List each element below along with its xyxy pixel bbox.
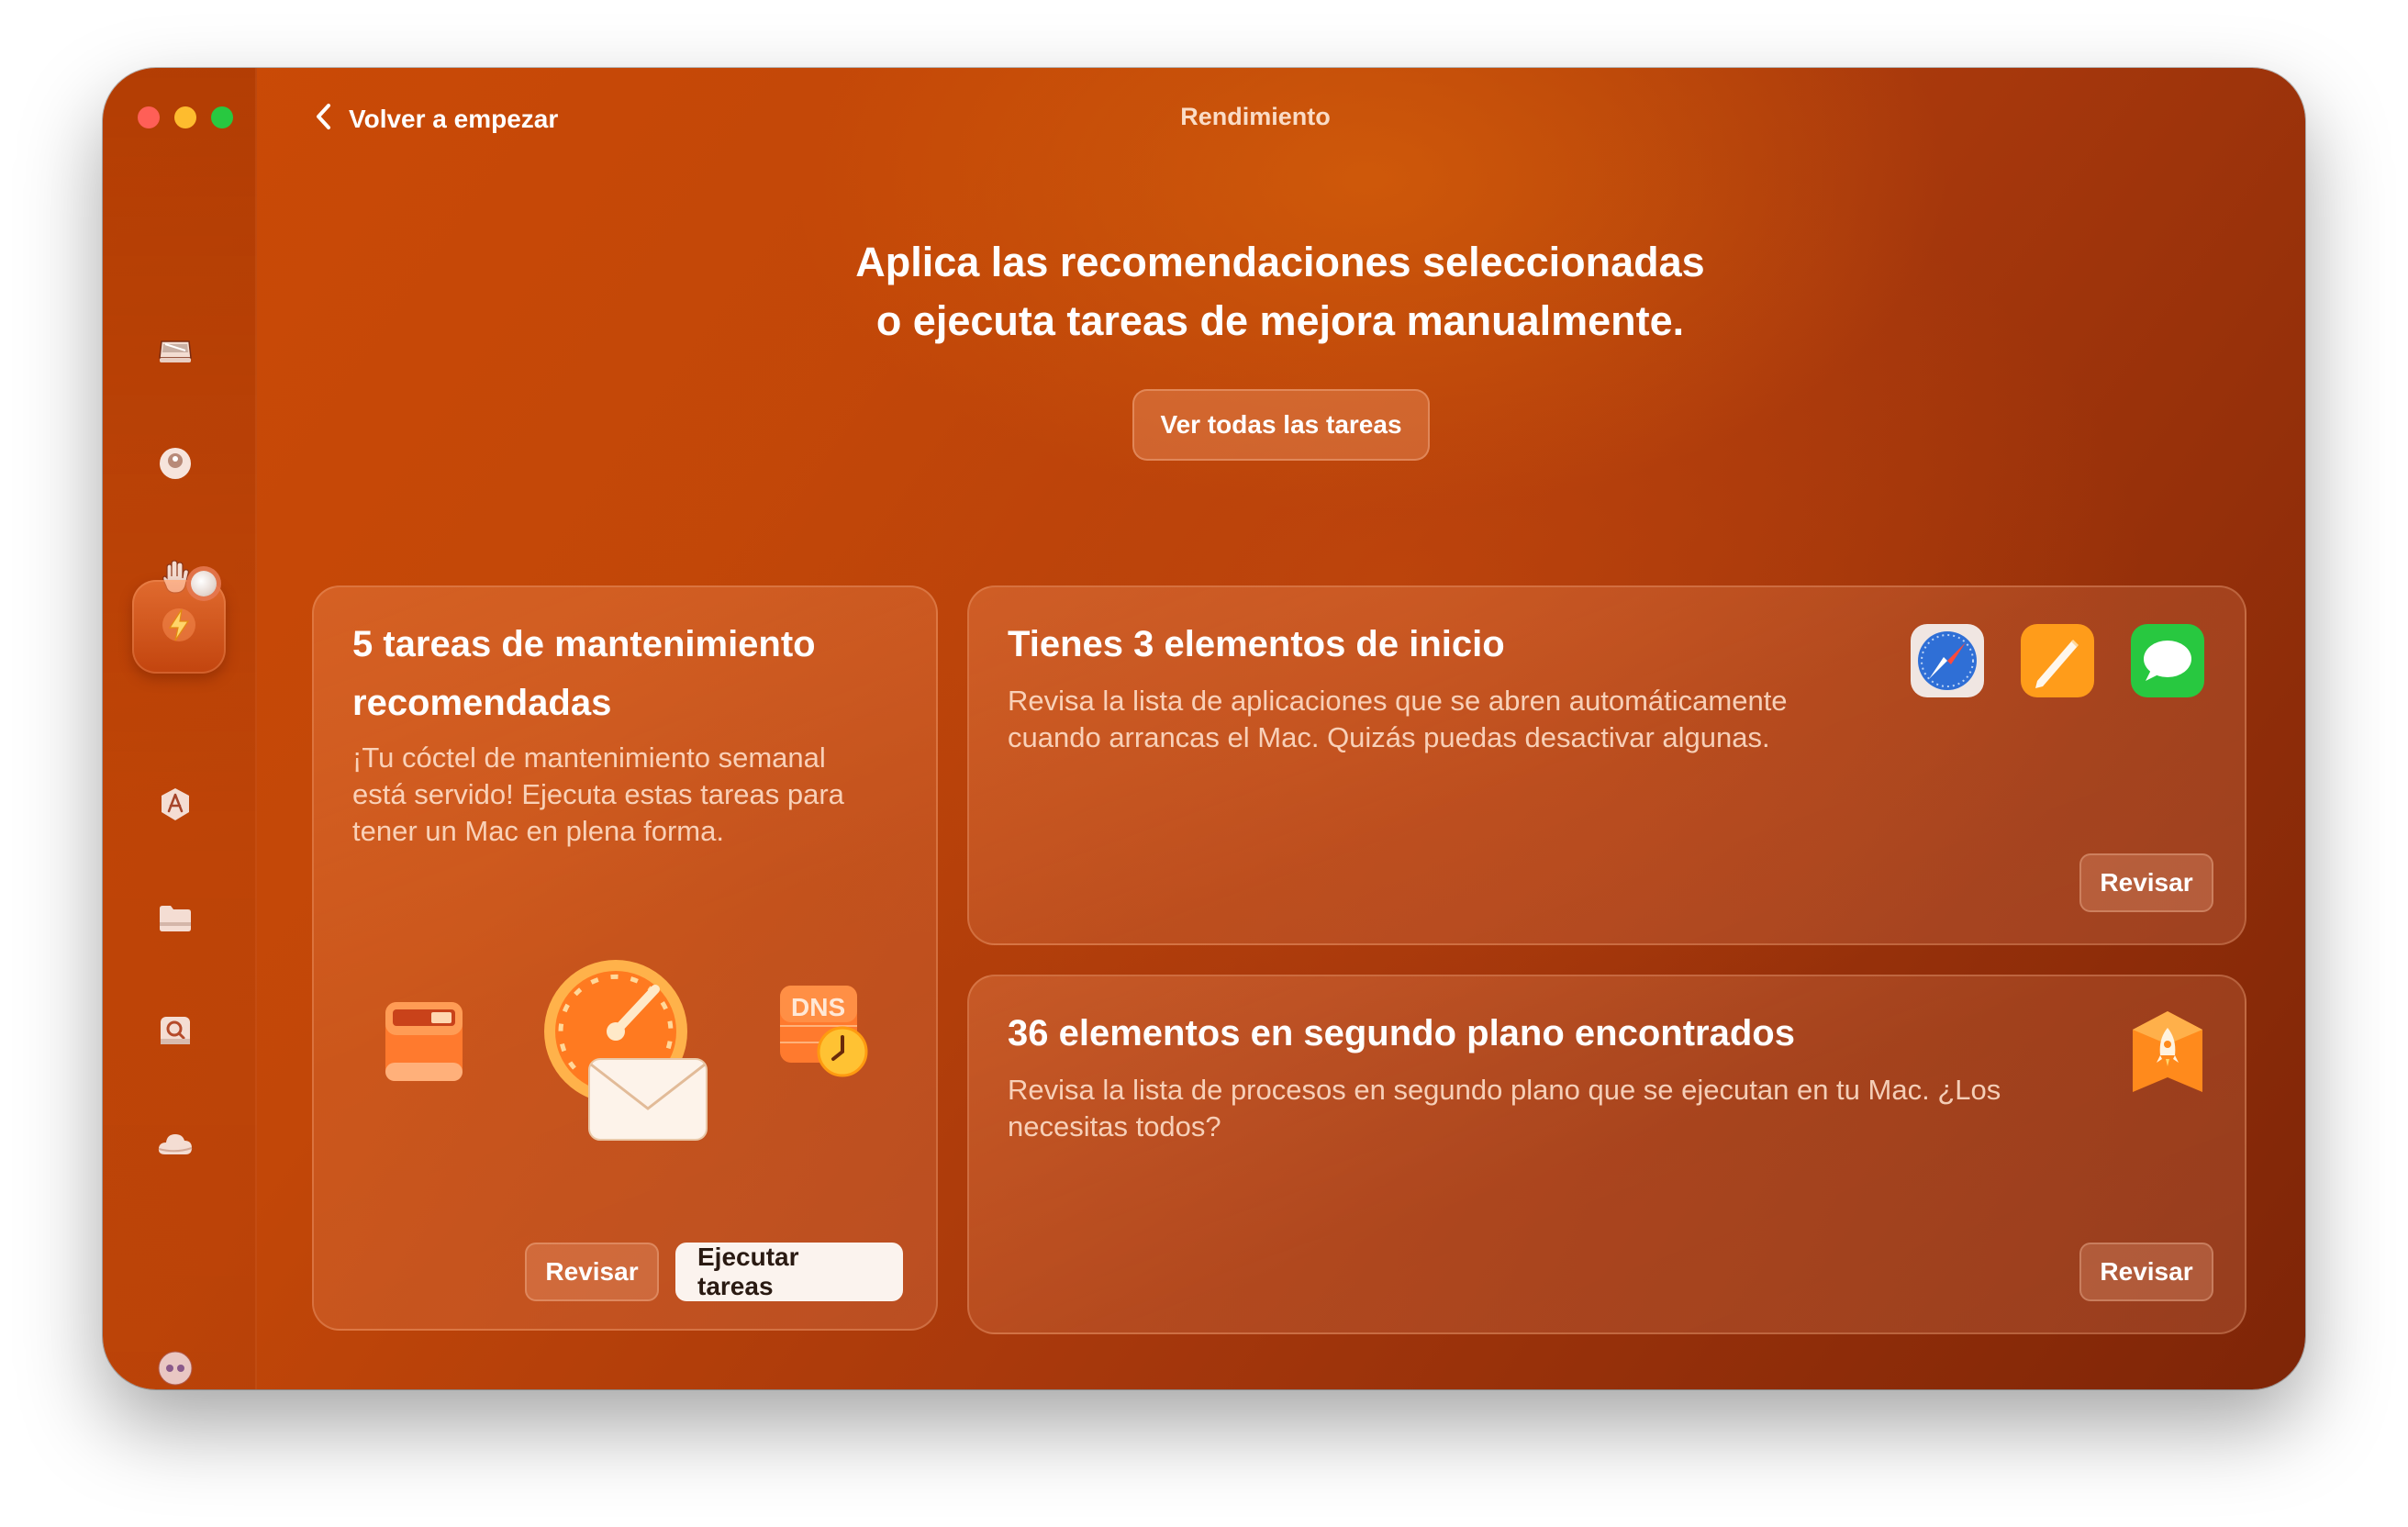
startup-desc-line-2: cuando arrancas el Mac. Quizás puedas de… [1008,721,1770,753]
sidebar-item-applications[interactable] [149,780,202,833]
lightning-icon [158,604,200,651]
sidebar-item-space-lens[interactable] [149,1006,202,1059]
run-tasks-button[interactable]: Ejecutar tareas [675,1243,903,1301]
background-desc-line-1: Revisa la lista de procesos en segundo p… [1008,1074,2001,1106]
maintenance-desc-line-2: está servido! Ejecuta estas tareas para [352,778,844,810]
maintenance-description: ¡Tu cóctel de mantenimiento semanal está… [352,740,844,850]
search-icon [154,1009,196,1056]
background-description: Revisa la lista de procesos en segundo p… [1008,1072,2001,1145]
status-badge [191,571,217,596]
view-all-tasks-button[interactable]: Ver todas las tareas [1132,389,1430,461]
dns-label: DNS [791,993,846,1021]
sidebar-item-protection[interactable] [149,439,202,492]
headline-line-1: Aplica las recomendaciones seleccionadas [855,239,1705,285]
maintenance-title-line-2: recomendadas [352,683,612,723]
maintenance-review-button[interactable]: Revisar [525,1243,659,1301]
sidebar-item-cloud[interactable] [149,1120,202,1173]
app-store-icon [154,784,196,830]
hard-drive-icon [380,997,468,1093]
safari-icon [1909,622,1986,699]
mail-icon [585,1055,710,1150]
pages-icon [2019,622,2096,699]
background-desc-line-2: necesitas todos? [1008,1110,1221,1142]
app-window: Volver a empezar Rendimiento Aplica las … [103,68,2305,1389]
rocket-icon [2129,1008,2206,1096]
background-items-card: 36 elementos en segundo plano encontrado… [967,975,2246,1334]
maintenance-desc-line-3: tener un Mac en plena forma. [352,815,724,847]
startup-items-card: Tienes 3 elementos de inicio Revisa la l… [967,585,2246,945]
startup-description: Revisa la lista de aplicaciones que se a… [1008,683,1788,756]
startup-review-button[interactable]: Revisar [2079,853,2213,912]
startup-title: Tienes 3 elementos de inicio [1008,624,1505,664]
sidebar-item-performance-icon-wrap [152,600,206,653]
assistant-icon [154,1347,196,1390]
sidebar-item-files[interactable] [149,894,202,947]
maintenance-title: 5 tareas de mantenimiento recomendadas [352,615,816,732]
messages-icon [2129,622,2206,699]
sidebar [103,68,257,1389]
sidebar-item-cleanup[interactable] [149,327,202,380]
folder-icon [154,897,196,944]
page-headline: Aplica las recomendaciones seleccionadas… [255,233,2305,351]
background-title: 36 elementos en segundo plano encontrado… [1008,1013,1795,1053]
startup-desc-line-1: Revisa la lista de aplicaciones que se a… [1008,685,1788,717]
disk-icon [154,330,196,377]
sidebar-item-assistant[interactable] [149,1343,202,1389]
maintenance-desc-line-1: ¡Tu cóctel de mantenimiento semanal [352,741,826,774]
window-title: Rendimiento [1180,103,1331,130]
cloud-icon [154,1123,196,1170]
background-review-button[interactable]: Revisar [2079,1243,2213,1301]
headline-line-2: o ejecuta tareas de mejora manualmente. [875,297,1685,344]
maintenance-title-line-1: 5 tareas de mantenimiento [352,624,816,664]
shield-icon [154,442,196,489]
maintenance-card: 5 tareas de mantenimiento recomendadas ¡… [312,585,938,1331]
